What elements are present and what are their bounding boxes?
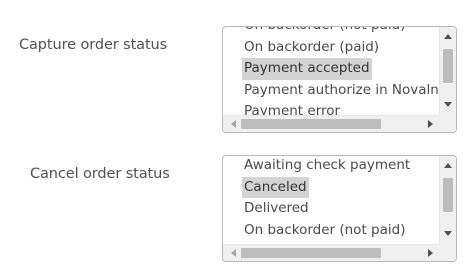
cancel-vertical-scroll-thumb[interactable] — [443, 178, 453, 212]
capture-option[interactable]: Payment authorize in Novalnet — [223, 80, 440, 102]
cancel-horizontal-scroll-thumb[interactable] — [241, 248, 381, 258]
capture-vertical-scroll-thumb[interactable] — [443, 49, 453, 83]
scroll-up-icon[interactable] — [440, 158, 456, 172]
capture-order-status-label: Capture order status — [19, 37, 168, 53]
cancel-option[interactable]: On backorder (not paid) — [223, 220, 440, 242]
cancel-options-viewport: Awaiting check payment Canceled Delivere… — [223, 156, 440, 244]
cancel-option[interactable]: Delivered — [223, 198, 440, 220]
cancel-order-status-select[interactable]: Awaiting check payment Canceled Delivere… — [222, 155, 457, 262]
capture-option[interactable]: On backorder (not paid) — [223, 27, 440, 37]
cancel-horizontal-scrollbar[interactable] — [223, 244, 456, 261]
scroll-left-icon[interactable] — [226, 245, 240, 261]
cancel-order-status-label: Cancel order status — [30, 166, 170, 182]
capture-vertical-scrollbar[interactable] — [439, 27, 456, 115]
capture-option[interactable]: On backorder (paid) — [223, 37, 440, 59]
cancel-option-selected[interactable]: Canceled — [223, 176, 440, 198]
capture-order-status-select[interactable]: On backorder (not paid) On backorder (pa… — [222, 26, 457, 133]
capture-option-selected[interactable]: Payment accepted — [223, 58, 440, 80]
scroll-up-icon[interactable] — [440, 29, 456, 43]
cancel-option[interactable]: Awaiting check payment — [223, 156, 440, 177]
cancel-vertical-scrollbar[interactable] — [439, 156, 456, 244]
capture-option[interactable]: Payment error — [223, 101, 440, 115]
scroll-right-icon[interactable] — [423, 116, 437, 132]
order-status-settings: Capture order status On backorder (not p… — [0, 0, 474, 274]
scroll-right-icon[interactable] — [423, 245, 437, 261]
scroll-left-icon[interactable] — [226, 116, 240, 132]
capture-horizontal-scroll-thumb[interactable] — [241, 119, 381, 129]
scrollbar-corner — [439, 115, 456, 132]
scroll-down-icon[interactable] — [440, 97, 456, 111]
capture-horizontal-scrollbar[interactable] — [223, 115, 456, 132]
scroll-down-icon[interactable] — [440, 226, 456, 240]
scrollbar-corner — [439, 244, 456, 261]
capture-options-viewport: On backorder (not paid) On backorder (pa… — [223, 27, 440, 115]
